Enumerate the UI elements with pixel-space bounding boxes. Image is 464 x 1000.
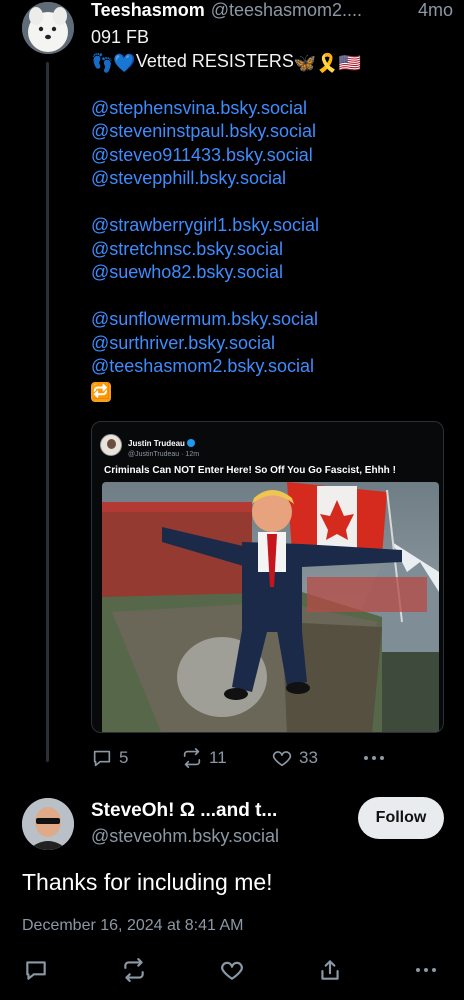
post-actions: 5 11 33 <box>91 746 421 770</box>
heart-icon <box>272 751 292 767</box>
repost-button[interactable]: 11 <box>181 747 271 769</box>
mention-link[interactable]: @steveo911433.bsky.social <box>91 144 453 168</box>
mention-link[interactable]: @stephensvina.bsky.social <box>91 97 453 121</box>
post-body: 091 FB 👣💙Vetted RESISTERS🦋🎗️🇺🇸 @stephens… <box>91 26 453 402</box>
post-text: Thanks for including me! <box>22 869 273 895</box>
embed-author-handle: @JustinTrudeau · 12m <box>128 450 200 458</box>
avatar[interactable] <box>22 798 74 850</box>
post-text: Vetted RESISTERS <box>135 50 294 71</box>
reply-icon <box>26 961 46 980</box>
post-header: Teeshasmom @teeshasmom2.... 4mo <box>91 0 453 26</box>
handle[interactable]: @teeshasmom2.... <box>211 0 362 21</box>
reply-icon <box>93 750 111 767</box>
follow-button[interactable]: Follow <box>358 797 444 839</box>
post-text-line: 091 FB <box>91 27 150 47</box>
emoji: 👣💙 <box>91 52 136 73</box>
more-button[interactable] <box>412 956 440 984</box>
post-date: December 16, 2024 at 8:41 AM <box>22 917 244 934</box>
post-actions <box>22 956 442 984</box>
repost-count: 11 <box>209 748 227 767</box>
share-button[interactable] <box>316 956 344 984</box>
emoji: 🦋🎗️🇺🇸 <box>293 52 362 73</box>
reply-count: 5 <box>119 748 129 767</box>
embed-author-name: Justin Trudeau <box>128 438 185 448</box>
timestamp[interactable]: 4mo <box>418 0 453 21</box>
display-name[interactable]: SteveOh! Ω ...and t... <box>91 800 277 822</box>
parent-post[interactable]: Teeshasmom @teeshasmom2.... 4mo 091 FB 👣… <box>91 0 453 402</box>
repeat-emoji-icon: 🔁 <box>91 381 111 402</box>
verified-icon <box>186 438 195 447</box>
like-button[interactable]: 33 <box>271 747 361 769</box>
mention-link[interactable]: @strawberrygirl1.bsky.social <box>91 214 453 238</box>
mention-link[interactable]: @teeshasmom2.bsky.social <box>91 355 453 379</box>
reply-button[interactable] <box>22 956 50 984</box>
embedded-image[interactable]: Justin Trudeau @JustinTrudeau · 12m Crim… <box>91 421 444 733</box>
more-icon <box>416 968 436 972</box>
embed-text: Criminals Can NOT Enter Here! So Off You… <box>104 465 396 476</box>
like-count: 33 <box>299 748 318 767</box>
more-icon <box>364 756 384 760</box>
mention-link[interactable]: @stevepphill.bsky.social <box>91 167 453 191</box>
embed-photo <box>102 482 439 732</box>
avatar[interactable] <box>22 2 74 54</box>
post-text-line: 👣💙Vetted RESISTERS🦋🎗️🇺🇸 <box>91 50 453 74</box>
mention-link[interactable]: @steveninstpaul.bsky.social <box>91 120 453 144</box>
heart-icon <box>221 961 243 980</box>
embed-avatar <box>100 434 122 456</box>
mention-link[interactable]: @suewho82.bsky.social <box>91 261 453 285</box>
reply-button[interactable]: 5 <box>91 747 181 769</box>
handle[interactable]: @steveohm.bsky.social <box>91 826 279 847</box>
mention-link[interactable]: @sunflowermum.bsky.social <box>91 308 453 332</box>
display-name[interactable]: Teeshasmom <box>91 0 205 21</box>
repost-button[interactable] <box>120 956 148 984</box>
mention-link[interactable]: @surthriver.bsky.social <box>91 332 453 356</box>
repost-icon <box>124 958 144 982</box>
thread-line <box>46 62 49 762</box>
embed-author: Justin Trudeau @JustinTrudeau · 12m <box>100 428 199 462</box>
more-button[interactable] <box>361 747 387 769</box>
repost-icon <box>183 748 201 768</box>
like-button[interactable] <box>218 956 246 984</box>
share-icon <box>321 960 339 980</box>
mention-link[interactable]: @stretchnsc.bsky.social <box>91 238 453 262</box>
